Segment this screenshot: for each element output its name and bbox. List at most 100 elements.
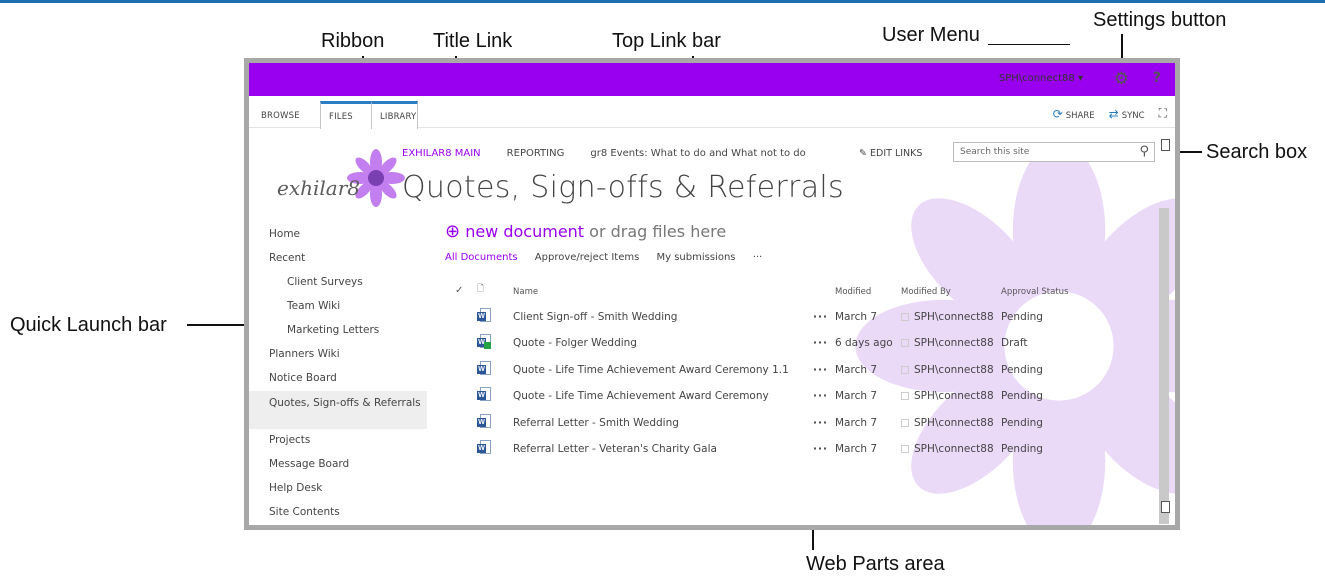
document-name-link[interactable]: Referral Letter - Veteran's Charity Gala xyxy=(513,443,717,455)
drag-files-hint: or drag files here xyxy=(589,222,727,241)
view-approve-reject[interactable]: Approve/reject Items xyxy=(535,252,640,263)
document-name-link[interactable]: Client Sign-off - Smith Wedding xyxy=(513,311,677,323)
table-row[interactable]: W Referral Letter - Veteran's Charity Gal… xyxy=(445,437,1085,463)
sidebar-item[interactable]: Message Board xyxy=(249,453,427,477)
callout-ribbon: Ribbon xyxy=(321,30,385,52)
scroll-down-button[interactable] xyxy=(1161,501,1170,513)
top-link-events[interactable]: gr8 Events: What to do and What not to d… xyxy=(590,148,805,159)
modified-by[interactable]: SPH\connect88 xyxy=(901,364,994,376)
view-all-documents[interactable]: All Documents xyxy=(445,252,518,263)
scroll-up-button[interactable] xyxy=(1161,139,1170,151)
sidebar-item[interactable]: Notice Board xyxy=(249,367,427,391)
top-link-home[interactable]: EXHILAR8 MAIN xyxy=(402,148,481,159)
item-menu-button[interactable]: ··· xyxy=(813,337,828,349)
sidebar-item[interactable]: Site Contents xyxy=(249,501,427,525)
share-icon: ⟳ xyxy=(1052,106,1063,121)
item-menu-button[interactable]: ··· xyxy=(813,417,828,429)
sidebar-item[interactable]: Planners Wiki xyxy=(249,343,427,367)
new-document-link[interactable]: new document xyxy=(465,222,584,241)
share-button[interactable]: ⟳ SHARE xyxy=(1053,107,1095,121)
item-menu-button[interactable]: ··· xyxy=(813,443,828,455)
approval-status: Draft xyxy=(1001,337,1028,350)
search-icon[interactable]: ⚲ xyxy=(1139,144,1149,159)
sidebar-item[interactable]: Help Desk xyxy=(249,477,427,501)
column-name[interactable]: Name xyxy=(513,287,538,297)
ribbon-actions: ⟳ SHARE ⇄ SYNC ⛶ xyxy=(1053,106,1167,121)
user-name: SPH\connect88 xyxy=(998,73,1075,84)
document-name-link[interactable]: Quote - Life Time Achievement Award Cere… xyxy=(513,390,769,402)
table-row[interactable]: W Client Sign-off - Smith Wedding ··· March… xyxy=(445,305,1085,331)
document-library-grid: ✓ 🗋 Name Modified Modified By Approval S… xyxy=(445,283,1085,463)
site-logo[interactable]: exhilar8 xyxy=(271,148,421,208)
item-menu-button[interactable]: ··· xyxy=(813,364,828,376)
quick-launch: Home Recent Client Surveys Team Wiki Marketi… xyxy=(249,223,427,525)
user-menu[interactable]: SPH\connect88 ▾ xyxy=(999,73,1083,84)
approval-status: Pending xyxy=(1001,416,1043,429)
modified-by[interactable]: SPH\connect88 xyxy=(901,443,994,455)
modified-by[interactable]: SPH\connect88 xyxy=(901,311,994,323)
sidebar-item[interactable]: Recent xyxy=(249,247,427,271)
pencil-icon: ✎ xyxy=(859,148,867,159)
sidebar-item[interactable]: Home xyxy=(249,223,427,247)
column-approval-status[interactable]: Approval Status xyxy=(1001,287,1069,297)
page-body: exhilar8 EXHILAR8 MAIN REPORTING gr8 Eve… xyxy=(249,128,1175,525)
table-row[interactable]: W Referral Letter - Smith Wedding ··· March… xyxy=(445,411,1085,437)
word-doc-icon: W xyxy=(477,334,491,353)
sync-button[interactable]: ⇄ SYNC xyxy=(1109,107,1145,121)
table-row[interactable]: W Quote - Life Time Achievement Award Cer… xyxy=(445,384,1085,410)
grid-header: ✓ 🗋 Name Modified Modified By Approval S… xyxy=(445,283,1085,305)
sidebar-item[interactable]: Client Surveys xyxy=(249,271,427,295)
column-modified-by[interactable]: Modified By xyxy=(901,287,951,297)
modified-date: March 7 xyxy=(835,311,878,323)
callout-settings-button: Settings button xyxy=(1093,9,1227,31)
presence-indicator xyxy=(901,313,909,321)
callout-web-parts-area: Web Parts area xyxy=(806,553,945,575)
callout-user-menu: User Menu xyxy=(882,24,980,46)
top-link-bar: EXHILAR8 MAIN REPORTING gr8 Events: What… xyxy=(402,148,832,159)
sidebar-item[interactable]: Marketing Letters xyxy=(249,319,427,343)
callout-quick-launch-bar: Quick Launch bar xyxy=(10,314,167,336)
presence-indicator xyxy=(901,444,909,453)
presence-indicator xyxy=(901,339,909,348)
table-row[interactable]: W Quote - Life Time Achievement Award Cer… xyxy=(445,358,1085,384)
modified-date: March 7 xyxy=(835,416,878,429)
select-all-checkbox[interactable]: ✓ xyxy=(455,285,463,296)
tab-browse[interactable]: BROWSE xyxy=(253,104,308,128)
callout-search-box: Search box xyxy=(1206,141,1308,163)
approval-status: Pending xyxy=(1001,311,1043,323)
item-menu-button[interactable]: ··· xyxy=(813,390,828,402)
sidebar-item[interactable]: Team Wiki xyxy=(249,295,427,319)
view-my-submissions[interactable]: My submissions xyxy=(657,252,736,263)
view-selector: All Documents Approve/reject Items My su… xyxy=(445,252,776,263)
tab-files[interactable]: FILES xyxy=(320,101,372,129)
scrollbar[interactable] xyxy=(1159,208,1169,524)
sidebar-item[interactable]: Projects xyxy=(249,429,427,453)
help-button[interactable]: ? xyxy=(1153,70,1161,86)
search-input[interactable]: Search this site ⚲ xyxy=(953,142,1155,162)
focus-content-icon[interactable]: ⛶ xyxy=(1159,106,1167,121)
modified-by[interactable]: SPH\connect88 xyxy=(901,390,994,402)
new-document-bar: ⊕ new document or drag files here xyxy=(445,221,726,242)
document-name-link[interactable]: Referral Letter - Smith Wedding xyxy=(513,417,679,429)
user-menu-pointer-line xyxy=(988,44,1070,45)
item-menu-button[interactable]: ··· xyxy=(813,311,828,323)
add-circle-icon[interactable]: ⊕ xyxy=(445,221,460,242)
table-row[interactable]: W Quote - Folger Wedding ··· 6 days ago SPH\… xyxy=(445,331,1085,357)
tab-library[interactable]: LIBRARY xyxy=(372,101,418,129)
edit-links-button[interactable]: ✎ EDIT LINKS xyxy=(859,148,922,159)
logo-text: exhilar8 xyxy=(277,176,360,200)
approval-status: Pending xyxy=(1001,390,1043,403)
top-rule xyxy=(0,0,1325,3)
more-views-button[interactable]: ··· xyxy=(753,252,763,263)
sidebar-item[interactable]: Quotes, Sign-offs & Referrals xyxy=(249,391,427,429)
document-name-link[interactable]: Quote - Folger Wedding xyxy=(513,337,637,349)
top-link-reporting[interactable]: REPORTING xyxy=(507,148,565,159)
page-title[interactable]: Quotes, Sign-offs & Referrals xyxy=(402,170,844,205)
column-modified[interactable]: Modified xyxy=(835,287,871,297)
modified-by[interactable]: SPH\connect88 xyxy=(901,417,994,429)
modified-by[interactable]: SPH\connect88 xyxy=(901,337,994,349)
modified-date: March 7 xyxy=(835,390,878,403)
document-name-link[interactable]: Quote - Life Time Achievement Award Cere… xyxy=(513,364,789,376)
gear-icon[interactable]: ⚙ xyxy=(1114,69,1129,89)
callout-top-link-bar: Top Link bar xyxy=(612,30,721,52)
